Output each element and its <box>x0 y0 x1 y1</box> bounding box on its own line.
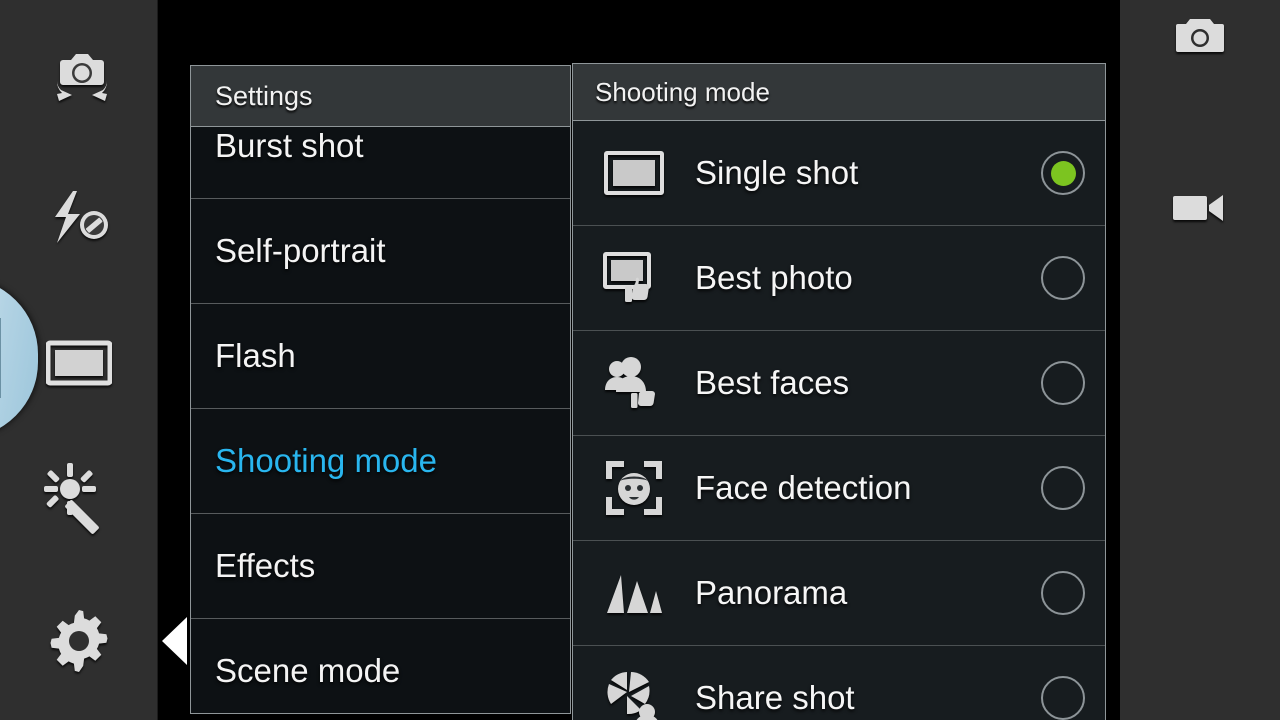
mode-item-best-photo[interactable]: Best photo <box>573 226 1105 331</box>
radio-share-shot[interactable] <box>1041 676 1085 720</box>
right-toolbar: SAMSUNG <box>1120 0 1280 720</box>
mode-item-face-detection[interactable]: Face detection <box>573 436 1105 541</box>
switch-camera-button[interactable] <box>0 20 158 140</box>
mode-item-label: Single shot <box>695 154 859 191</box>
camera-switch-icon <box>41 48 117 113</box>
mode-item-share-shot[interactable]: Share shot <box>573 646 1105 720</box>
shooting-mode-panel: Shooting mode Single shot Best photo Bes… <box>572 63 1106 720</box>
settings-panel: Settings Burst shot Self-portrait Flash … <box>190 65 571 714</box>
best-photo-icon <box>595 252 673 304</box>
left-toolbar <box>0 0 158 720</box>
flash-button[interactable] <box>0 160 158 280</box>
radio-dot <box>1050 160 1076 186</box>
radio-face-detection[interactable] <box>1041 466 1085 510</box>
settings-item-burst-shot[interactable]: Burst shot <box>191 94 570 199</box>
panorama-icon <box>595 569 673 617</box>
settings-item-flash[interactable]: Flash <box>191 304 570 409</box>
settings-item-label: Shooting mode <box>215 442 437 479</box>
settings-item-label: Effects <box>215 547 316 584</box>
settings-list: Burst shot Self-portrait Flash Shooting … <box>191 94 570 713</box>
mode-item-label: Share shot <box>695 679 855 716</box>
single-shot-icon <box>595 149 673 197</box>
settings-item-label: Flash <box>215 337 296 374</box>
mode-item-label: Face detection <box>695 469 912 506</box>
share-shot-icon <box>595 670 673 720</box>
panel-pointer-arrow-icon <box>162 617 187 665</box>
settings-item-label: Self-portrait <box>215 232 386 269</box>
radio-panorama[interactable] <box>1041 571 1085 615</box>
camera-icon <box>1172 16 1228 61</box>
video-camera-icon <box>1171 191 1229 230</box>
settings-item-scene-mode[interactable]: Scene mode <box>191 619 570 713</box>
radio-best-faces[interactable] <box>1041 361 1085 405</box>
magic-wand-icon <box>42 461 116 540</box>
best-faces-icon <box>595 356 673 410</box>
mode-item-label: Best photo <box>695 259 853 296</box>
mode-item-best-faces[interactable]: Best faces <box>573 331 1105 436</box>
photo-mode-button[interactable] <box>1120 16 1280 60</box>
video-mode-button[interactable] <box>1120 190 1280 230</box>
shooting-mode-header: Shooting mode <box>573 64 1105 121</box>
mode-item-label: Best faces <box>695 364 850 401</box>
settings-item-effects[interactable]: Effects <box>191 514 570 619</box>
flash-off-icon <box>41 187 117 254</box>
mode-item-panorama[interactable]: Panorama <box>573 541 1105 646</box>
photo-frame-icon <box>45 339 113 392</box>
settings-item-label: Scene mode <box>215 652 401 689</box>
effects-button[interactable] <box>0 440 158 560</box>
face-detection-icon <box>595 459 673 517</box>
mode-item-label: Panorama <box>695 574 848 611</box>
mode-item-single-shot[interactable]: Single shot <box>573 121 1105 226</box>
shooting-mode-title: Shooting mode <box>595 76 770 107</box>
radio-best-photo[interactable] <box>1041 256 1085 300</box>
settings-button[interactable] <box>0 583 158 703</box>
settings-item-shooting-mode[interactable]: Shooting mode <box>191 409 570 514</box>
settings-item-label: Burst shot <box>215 127 364 164</box>
radio-single-shot[interactable] <box>1041 151 1085 195</box>
gear-icon <box>44 606 114 681</box>
grip-line <box>0 318 1 398</box>
settings-item-self-portrait[interactable]: Self-portrait <box>191 199 570 304</box>
camera-app-screen: Settings Burst shot Self-portrait Flash … <box>0 0 1280 720</box>
